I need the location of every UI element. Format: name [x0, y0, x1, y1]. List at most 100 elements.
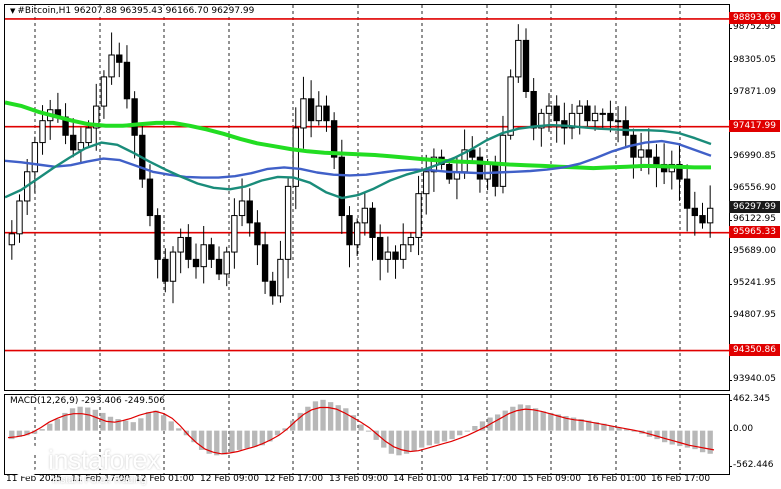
bull-candle	[300, 98, 307, 129]
price-tick-label: 97871.09	[729, 86, 776, 97]
macd-histogram-bar	[502, 410, 508, 431]
price-tick-label: 96556.90	[729, 182, 776, 193]
bull-candle	[100, 76, 108, 107]
macd-histogram-bar	[358, 424, 364, 431]
macd-histogram-bar	[244, 430, 250, 449]
macd-histogram-bar	[388, 430, 395, 454]
macd-axis: 462.345 0.00 -562.446	[728, 394, 781, 473]
macd-tick-label: 462.345	[728, 394, 771, 404]
macd-histogram-bar	[85, 407, 91, 431]
macd-histogram-bar	[510, 406, 516, 431]
time-tick-label: 12 Feb 09:00	[200, 474, 260, 484]
price-chart-canvas[interactable]	[5, 5, 729, 390]
bear-candle	[146, 178, 154, 217]
macd-histogram-bar	[327, 402, 334, 431]
bear-candle	[376, 236, 384, 260]
bull-candle	[353, 222, 361, 246]
macd-histogram-bar	[107, 416, 114, 431]
triangle-down-icon[interactable]: ▼	[10, 7, 15, 15]
macd-histogram-bar	[441, 430, 448, 442]
bull-candle	[576, 105, 583, 114]
logo-tagline: Instant Forex Trading	[52, 475, 147, 486]
bear-candle	[530, 90, 537, 129]
macd-histogram-bar	[449, 430, 455, 440]
logo-brand: instaforex	[48, 445, 161, 475]
bull-candle	[16, 200, 23, 235]
macd-histogram-bar	[176, 428, 182, 431]
instaforex-logo-icon	[9, 443, 43, 477]
macd-histogram-bar	[669, 430, 675, 445]
macd-histogram-bar	[411, 430, 417, 451]
bear-candle	[622, 120, 629, 136]
macd-histogram-bar	[123, 420, 129, 431]
macd-histogram-bar	[312, 401, 319, 431]
bear-candle	[208, 244, 215, 260]
macd-histogram-bar	[532, 408, 539, 431]
bear-candle	[607, 112, 614, 122]
bear-candle	[346, 215, 353, 246]
macd-histogram-bar	[699, 430, 706, 453]
bull-candle	[223, 251, 230, 275]
macd-histogram-bar	[138, 418, 144, 431]
bull-candle	[423, 171, 430, 195]
bull-candle	[614, 120, 622, 123]
bull-candle	[39, 120, 46, 144]
bull-candle	[361, 207, 369, 224]
bull-candle	[85, 127, 92, 144]
bull-candle	[277, 258, 284, 297]
time-tick-label: 13 Feb 09:00	[329, 474, 389, 484]
macd-tick-label: 0.00	[728, 423, 754, 434]
macd-histogram-bar	[654, 430, 660, 440]
price-tick-label: 94807.95	[729, 310, 776, 321]
bear-candle	[323, 105, 330, 122]
macd-histogram-bar	[472, 426, 478, 431]
bear-candle	[369, 207, 376, 238]
macd-histogram-bar	[69, 408, 76, 431]
price-axis: 98752.95 98305.05 97871.09 96990.85 96556.90…	[729, 4, 781, 389]
current-price-badge: 96297.99	[729, 201, 780, 214]
bull-candle	[284, 185, 292, 260]
price-tick-label: 93940.05	[729, 373, 776, 384]
bear-candle	[246, 200, 253, 224]
macd-histogram-bar	[252, 430, 258, 447]
macd-histogram-bar	[365, 430, 372, 432]
bear-candle	[123, 61, 131, 100]
bull-candle	[177, 236, 184, 253]
bear-candle	[70, 134, 77, 151]
bear-candle	[683, 178, 691, 209]
macd-histogram-bar	[457, 430, 463, 436]
macd-histogram-bar	[464, 430, 470, 432]
macd-histogram-bar	[494, 414, 501, 431]
macd-histogram-bar	[145, 412, 152, 431]
time-tick-label: 14 Feb 01:00	[393, 474, 453, 484]
bull-candle	[169, 251, 177, 282]
bear-candle	[645, 149, 652, 158]
bear-candle	[154, 215, 161, 260]
macd-histogram-bar	[229, 430, 235, 453]
macd-histogram-bar	[153, 410, 159, 431]
macd-histogram-bar	[39, 429, 45, 431]
bull-candle	[238, 200, 246, 217]
price-tick-label: 96990.85	[729, 150, 776, 161]
macd-histogram-bar	[168, 421, 174, 431]
bear-candle	[185, 236, 192, 260]
bull-candle	[499, 134, 507, 187]
bull-candle	[599, 112, 606, 115]
macd-histogram-bar	[214, 430, 220, 456]
time-tick-label: 16 Feb 01:00	[587, 474, 647, 484]
macd-histogram-bar	[236, 430, 243, 450]
macd-histogram-bar	[221, 430, 228, 455]
moving-average-line	[5, 139, 712, 179]
bear-candle	[492, 163, 499, 187]
bull-candle	[545, 105, 553, 114]
price-chart-pane[interactable]: ▼ #Bitcoin,H1 96207.88 96395.43 96166.70 …	[4, 4, 730, 391]
bear-candle	[162, 258, 169, 282]
macd-histogram-bar	[434, 430, 440, 444]
bear-candle	[116, 54, 123, 63]
bear-candle	[269, 280, 276, 297]
time-tick-label: 12 Feb 17:00	[264, 474, 324, 484]
macd-histogram-bar	[343, 408, 349, 431]
bear-candle	[192, 258, 200, 268]
time-tick-label: 14 Feb 17:00	[458, 474, 518, 484]
bull-candle	[108, 54, 115, 78]
